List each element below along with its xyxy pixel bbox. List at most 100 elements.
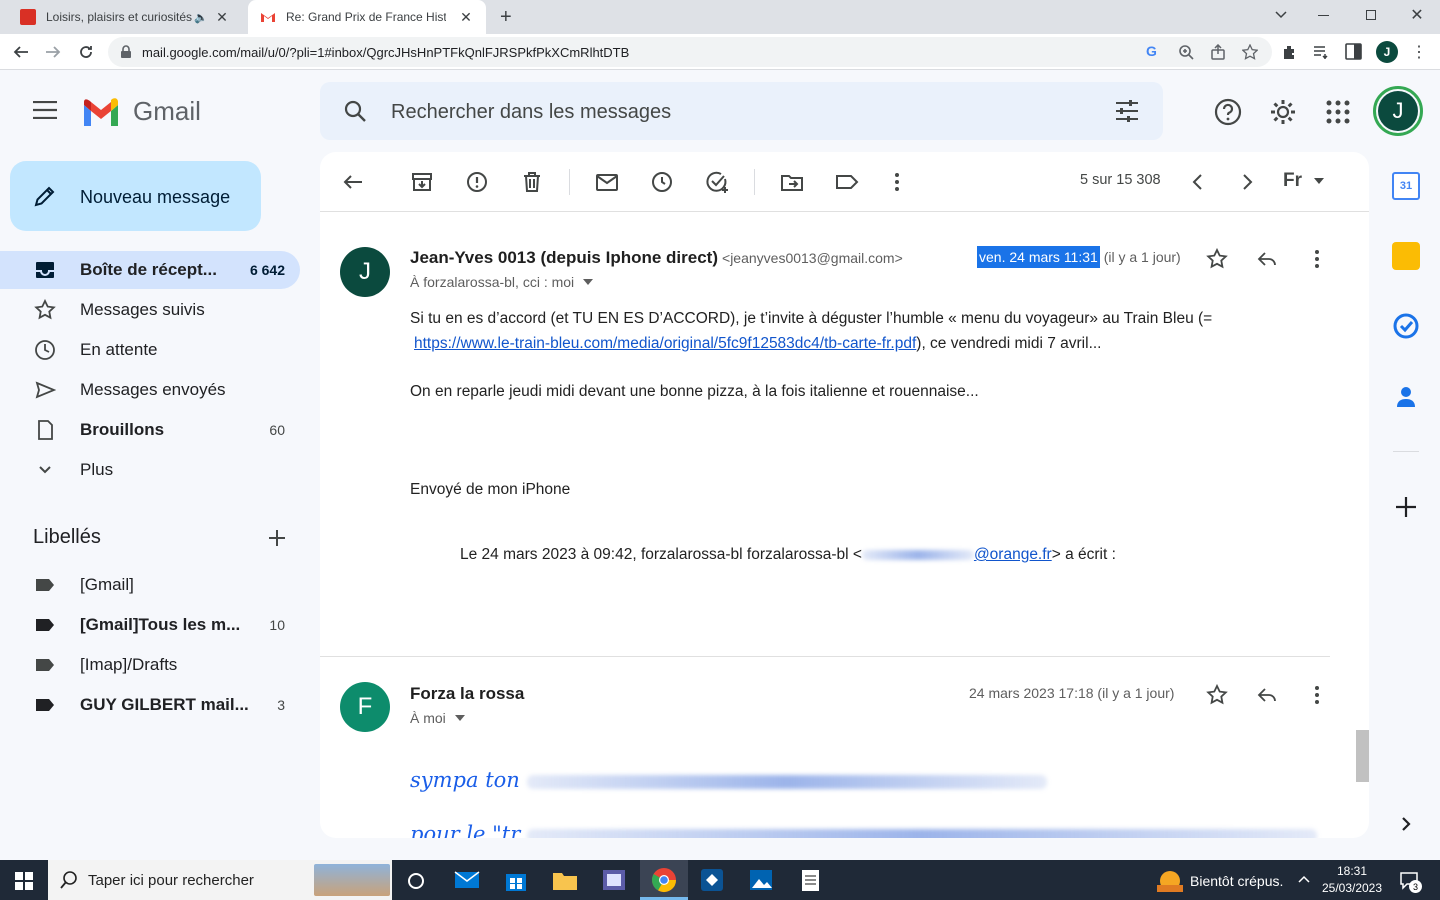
- gmail-logo-icon[interactable]: [81, 97, 121, 127]
- weather-text[interactable]: Bientôt crépus.: [1190, 873, 1283, 889]
- tab-gmail-active[interactable]: Re: Grand Prix de France Historiq ✕: [248, 0, 486, 34]
- profile-avatar[interactable]: J: [1376, 41, 1398, 63]
- back-to-inbox-icon[interactable]: [340, 169, 366, 195]
- star-message-icon[interactable]: [1206, 248, 1228, 270]
- tasks-app-icon[interactable]: [1392, 312, 1420, 340]
- reload-icon[interactable]: [77, 43, 95, 61]
- restore-icon[interactable]: [1348, 0, 1394, 30]
- label-tag-icon: [36, 619, 54, 631]
- move-to-icon[interactable]: [779, 169, 805, 195]
- share-icon[interactable]: [1210, 44, 1226, 60]
- sender-avatar[interactable]: F: [340, 682, 390, 732]
- close-window-icon[interactable]: ✕: [1394, 0, 1440, 30]
- file-explorer-icon[interactable]: [551, 866, 579, 894]
- chrome-menu-icon[interactable]: ⋮: [1411, 42, 1427, 62]
- mail-search-bar[interactable]: Rechercher dans les messages: [320, 82, 1163, 140]
- add-task-icon[interactable]: [704, 169, 730, 195]
- search-input[interactable]: Rechercher dans les messages: [391, 101, 671, 124]
- address-bar[interactable]: mail.google.com/mail/u/0/?pli=1#inbox/Qg…: [108, 37, 1272, 67]
- back-icon[interactable]: [12, 43, 30, 61]
- apps-grid-icon[interactable]: [1326, 100, 1350, 124]
- nav-inbox[interactable]: Boîte de récept... 6 642: [0, 251, 300, 289]
- input-tools-button[interactable]: Fr: [1283, 170, 1324, 192]
- message-more-icon[interactable]: [1306, 684, 1328, 706]
- reading-list-icon[interactable]: [1313, 44, 1329, 60]
- taskbar-clock[interactable]: 18:31 25/03/2023: [1318, 863, 1386, 897]
- snooze-clock-icon[interactable]: [649, 169, 675, 195]
- get-addons-icon[interactable]: [1392, 493, 1420, 521]
- minimize-icon[interactable]: [1300, 0, 1346, 30]
- expand-panel-icon[interactable]: [1392, 810, 1420, 838]
- nav-starred[interactable]: Messages suivis: [0, 291, 300, 329]
- help-icon[interactable]: [1214, 98, 1242, 126]
- star-message-icon[interactable]: [1206, 684, 1228, 706]
- label-gmail-all[interactable]: [Gmail]Tous les m... 10: [0, 606, 300, 644]
- close-tab-icon[interactable]: ✕: [214, 9, 230, 26]
- older-icon[interactable]: [1234, 169, 1260, 195]
- bookmark-star-icon[interactable]: [1242, 44, 1258, 60]
- tray-expand-icon[interactable]: [1298, 875, 1310, 883]
- body-tail: ), ce vendredi midi 7 avril...: [916, 335, 1102, 352]
- archive-icon[interactable]: [409, 169, 435, 195]
- reply-icon[interactable]: [1256, 684, 1278, 706]
- sender-name[interactable]: Jean-Yves 0013 (depuis Iphone direct) <je…: [410, 248, 903, 268]
- new-tab-button[interactable]: +: [500, 6, 512, 29]
- nav-more[interactable]: Plus: [0, 451, 300, 489]
- chrome-app-icon[interactable]: [650, 866, 678, 894]
- toolbar-divider: [754, 169, 755, 195]
- nav-drafts[interactable]: Brouillons 60: [0, 411, 300, 449]
- compose-button[interactable]: Nouveau message: [10, 161, 261, 231]
- app-icon[interactable]: [698, 866, 726, 894]
- sender-avatar[interactable]: J: [340, 247, 390, 297]
- label-as-icon[interactable]: [834, 169, 860, 195]
- train-bleu-link[interactable]: https://www.le-train-bleu.com/media/orig…: [414, 335, 916, 352]
- windows-start-icon[interactable]: [15, 872, 33, 890]
- label-guy-gilbert[interactable]: GUY GILBERT mail... 3: [0, 686, 300, 724]
- notepad-app-icon[interactable]: [796, 866, 824, 894]
- weather-sunset-icon[interactable]: [1157, 868, 1183, 892]
- mute-icon[interactable]: 🔈: [194, 11, 214, 24]
- photos-app-icon[interactable]: [747, 866, 775, 894]
- recipients-dropdown[interactable]: À forzalarossa-bl, cci : moi: [410, 274, 594, 290]
- main-menu-icon[interactable]: [33, 101, 57, 119]
- store-app-icon[interactable]: [502, 866, 530, 894]
- nav-sent[interactable]: Messages envoyés: [0, 371, 300, 409]
- add-label-icon[interactable]: [268, 529, 286, 547]
- scrollbar-thumb[interactable]: [1356, 730, 1369, 782]
- calendar-app-icon[interactable]: 31: [1392, 172, 1420, 200]
- newer-icon[interactable]: [1185, 169, 1211, 195]
- label-imap-drafts[interactable]: [Imap]/Drafts: [0, 646, 300, 684]
- report-spam-icon[interactable]: [464, 169, 490, 195]
- taskbar-search-box[interactable]: Taper ici pour rechercher: [48, 860, 392, 900]
- google-lens-icon[interactable]: G: [1146, 43, 1157, 59]
- account-avatar[interactable]: J: [1373, 86, 1423, 136]
- app-icon[interactable]: [600, 866, 628, 894]
- search-icon[interactable]: [344, 100, 366, 122]
- contacts-app-icon[interactable]: [1392, 382, 1420, 410]
- mail-app-icon[interactable]: [453, 866, 481, 894]
- keep-app-icon[interactable]: [1392, 242, 1420, 270]
- settings-gear-icon[interactable]: [1269, 98, 1297, 126]
- label-name: GUY GILBERT mail...: [80, 695, 249, 714]
- more-actions-icon[interactable]: [884, 169, 910, 195]
- lock-icon[interactable]: [120, 45, 132, 59]
- quoted-email-link[interactable]: @orange.fr: [974, 546, 1052, 563]
- forward-icon[interactable]: [44, 43, 62, 61]
- extensions-icon[interactable]: [1281, 43, 1299, 61]
- sender-name[interactable]: Forza la rossa: [410, 684, 524, 704]
- search-highlight-image: [314, 864, 390, 896]
- close-tab-icon[interactable]: ✕: [458, 9, 474, 26]
- delete-icon[interactable]: [519, 169, 545, 195]
- search-options-icon[interactable]: [1115, 100, 1139, 122]
- side-panel-icon[interactable]: [1345, 43, 1362, 60]
- cortana-icon[interactable]: [405, 870, 427, 892]
- recipients-dropdown[interactable]: À moi: [410, 710, 465, 726]
- tab-search-icon[interactable]: [1258, 0, 1304, 30]
- tab-loisirs[interactable]: Loisirs, plaisirs et curiosités : 🔈 ✕: [8, 0, 246, 34]
- zoom-icon[interactable]: [1178, 44, 1194, 60]
- label-gmail[interactable]: [Gmail]: [0, 566, 300, 604]
- reply-icon[interactable]: [1256, 248, 1278, 270]
- message-more-icon[interactable]: [1306, 248, 1328, 270]
- nav-snoozed[interactable]: En attente: [0, 331, 300, 369]
- mark-unread-icon[interactable]: [594, 169, 620, 195]
